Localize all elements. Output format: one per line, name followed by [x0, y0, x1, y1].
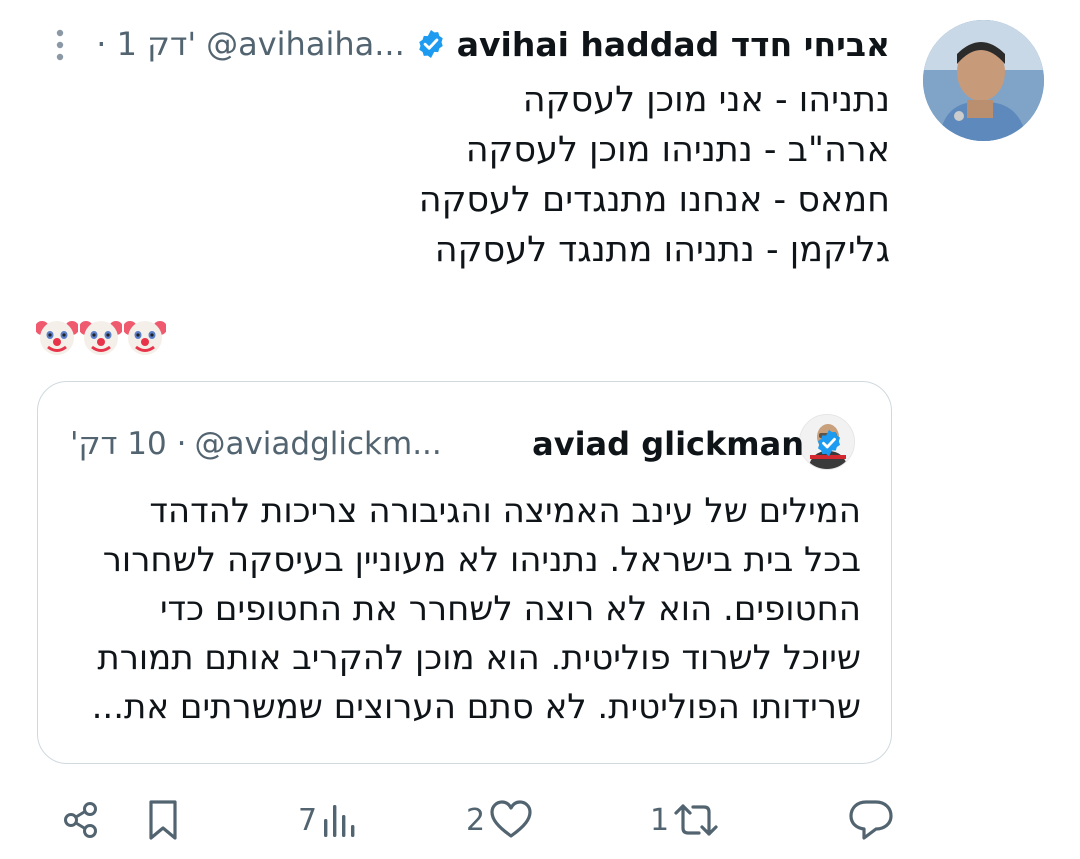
quoted-tweet-text: המילים של עינב האמיצה והגיבורה צריכות לה… [71, 487, 861, 732]
verified-badge-icon [814, 428, 846, 460]
tweet-line: גליקמן - נתניהו מתנגד לעסקה [434, 230, 890, 270]
clown-face-icon [80, 321, 122, 355]
verified-badge-icon [415, 28, 447, 60]
clown-face-icon [124, 321, 166, 355]
views-button[interactable]: 7 [298, 790, 357, 850]
tweet-line: נתניהו - אני מוכן לעסקה [522, 80, 890, 120]
author-handle[interactable]: @avihaiha... [206, 25, 405, 63]
quoted-line: בכל בית בישראל. נתניהו לא מעוניין בעיסקה… [102, 540, 861, 580]
quoted-meta: · 10 דק' @aviadglickm... [70, 420, 442, 468]
views-icon [324, 805, 355, 837]
tweet-line: חמאס - אנחנו מתנגדים לעסקה [418, 180, 890, 220]
reply-icon [849, 800, 893, 840]
quoted-tweet-header: aviad glickman [532, 420, 846, 468]
emoji-row [36, 316, 166, 358]
author-avatar[interactable] [923, 20, 1044, 141]
quoted-line: שרידותו הפוליטית. לא סתם הערוצים שמשרתים… [91, 687, 861, 727]
author-name[interactable]: avihai haddad אביחי חדד [457, 25, 890, 64]
bookmark-button[interactable] [143, 790, 183, 850]
retweet-icon [674, 804, 718, 836]
quoted-author-handle[interactable]: @aviadglickm... [194, 426, 441, 462]
share-icon [64, 802, 97, 838]
tweet-text: נתניהו - אני מוכן לעסקה ארה"ב - נתניהו מ… [419, 75, 890, 275]
quoted-line: המילים של עינב האמיצה והגיבורה צריכות לה… [149, 491, 861, 531]
reply-button[interactable] [848, 790, 894, 850]
quoted-author-name[interactable]: aviad glickman [532, 425, 804, 463]
like-button[interactable]: 2 [466, 790, 533, 850]
views-count: 7 [298, 802, 318, 838]
likes-count: 2 [466, 802, 486, 838]
quoted-line: החטופים. הוא לא רוצה לשחרר את החטופים כד… [159, 589, 861, 629]
share-button[interactable] [60, 790, 102, 850]
action-bar: 7 2 1 [0, 790, 1080, 850]
tweet-header: avihai haddad אביחי חדד @avihaiha... · 1… [96, 22, 890, 66]
retweets-count: 1 [650, 802, 670, 838]
quoted-line: שיוכל לשרוד פוליטית. הוא מוכן להקריב אות… [97, 638, 861, 678]
tweet-line: ארה"ב - נתניהו מוכן לעסקה [465, 130, 890, 170]
bookmark-icon [149, 800, 177, 840]
quoted-timestamp[interactable]: · 10 דק' [70, 426, 186, 462]
more-options-icon[interactable] [48, 28, 72, 62]
retweet-button[interactable]: 1 [650, 790, 719, 850]
clown-face-icon [36, 321, 78, 355]
heart-icon [490, 800, 532, 838]
tweet-timestamp[interactable]: · 1 דק' [96, 25, 196, 63]
